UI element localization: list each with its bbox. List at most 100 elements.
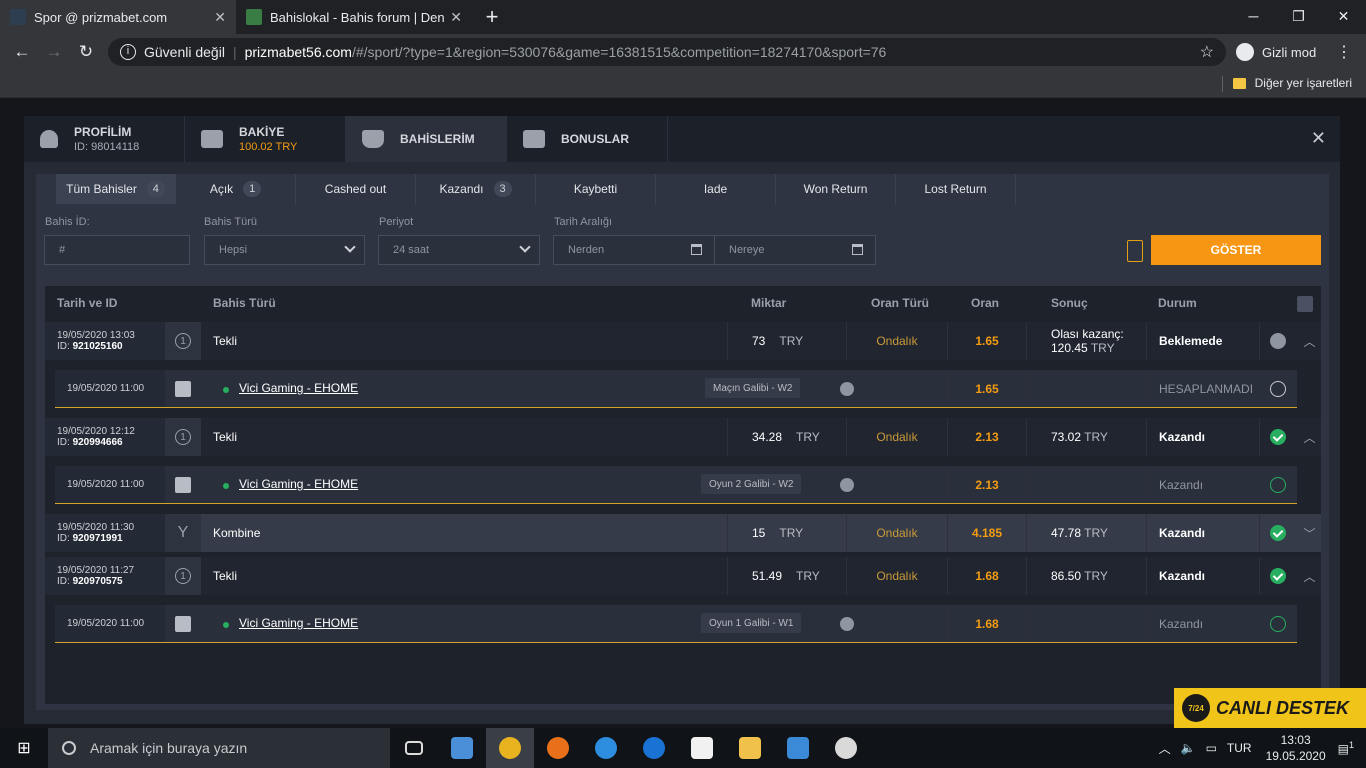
filter-tab-open[interactable]: Açık 1 — [176, 174, 296, 204]
store-icon[interactable] — [678, 728, 726, 768]
period-select[interactable]: 24 saat — [378, 235, 540, 265]
filter-tab-cashed-out[interactable]: Cashed out — [296, 174, 416, 204]
clipboard-icon[interactable] — [1127, 240, 1143, 262]
filter-tab-lost[interactable]: Kaybetti — [536, 174, 656, 204]
single-bet-symbol: 1 — [175, 333, 191, 349]
chevron-up-icon[interactable]: ︿ — [1298, 557, 1321, 595]
notification-count: 1 — [1348, 740, 1354, 750]
dota-game-icon — [175, 381, 191, 397]
market-badge: Maçın Galibi - W2 — [705, 378, 801, 398]
collapse-all-icon[interactable] — [1297, 296, 1313, 312]
window-close-icon[interactable]: ✕ — [1321, 0, 1366, 32]
menu-icon[interactable]: ⋮ — [1336, 42, 1352, 62]
browser-tab-active[interactable]: Spor @ prizmabet.com ✕ — [0, 0, 236, 34]
chrome-icon[interactable] — [486, 728, 534, 768]
match-link[interactable]: Vici Gaming - EHOME — [239, 381, 358, 395]
new-tab-button[interactable]: + — [478, 0, 506, 34]
tab-profile[interactable]: PROFİLİM ID: 98014118 — [24, 116, 185, 162]
task-view-icon[interactable] — [390, 728, 438, 768]
bet-date: 19/05/2020 13:03 — [57, 330, 135, 341]
filter-tab-won[interactable]: Kazandı 3 — [416, 174, 536, 204]
bet-type-select[interactable]: Hepsi — [204, 235, 365, 265]
file-explorer-icon[interactable] — [726, 728, 774, 768]
date-from-input[interactable]: Nerden — [553, 235, 715, 265]
tab-bonuses[interactable]: BONUSLAR — [507, 116, 668, 162]
stats-icon[interactable] — [840, 478, 854, 492]
notifications-icon[interactable]: ▤1 — [1338, 740, 1354, 756]
col-odds: Oran — [971, 296, 1000, 310]
bet-id-input[interactable]: # — [44, 235, 190, 265]
show-button[interactable]: GÖSTER — [1151, 235, 1321, 265]
mail-icon[interactable] — [774, 728, 822, 768]
tab-balance[interactable]: BAKİYE 100.02 TRY — [185, 116, 346, 162]
bookmark-star-icon[interactable]: ☆ — [1200, 42, 1214, 62]
table-row[interactable]: 19/05/2020 13:03 ID: 921025160 1 Tekli 73… — [45, 322, 1321, 360]
match-link[interactable]: Vici Gaming - EHOME — [239, 616, 358, 630]
filter-tab-won-return[interactable]: Won Return — [776, 174, 896, 204]
browser-tab[interactable]: Bahislokal - Bahis forum | Denem ✕ — [236, 0, 472, 34]
stats-icon[interactable] — [840, 382, 854, 396]
network-icon[interactable]: ▭ — [1206, 741, 1217, 755]
currency: TRY — [779, 334, 804, 348]
back-icon[interactable]: ← — [6, 42, 38, 62]
forward-icon[interactable]: → — [38, 42, 70, 62]
bet-date: 19/05/2020 11:30 — [57, 522, 135, 533]
bet-amount: 73 — [752, 334, 766, 348]
date-to-input[interactable]: Nereye — [714, 235, 876, 265]
win-line: 47.78 TRY — [1051, 526, 1108, 540]
close-tab-icon[interactable]: ✕ — [214, 9, 226, 26]
chevron-up-tray-icon[interactable]: ︿ — [1159, 740, 1171, 757]
bet-status: Beklemede — [1146, 322, 1260, 360]
internet-explorer-icon[interactable] — [582, 728, 630, 768]
live-support-button[interactable]: 7/24 CANLI DESTEK — [1174, 688, 1366, 728]
combo-bet-icon: Y — [165, 514, 201, 552]
filter-tab-refund[interactable]: Iade — [656, 174, 776, 204]
bet-date-cell: 19/05/2020 13:03 ID: 921025160 — [45, 322, 165, 360]
chevron-down-icon[interactable]: ﹀ — [1298, 514, 1321, 552]
possible-win-line: 120.45 TRY — [1051, 341, 1115, 355]
col-type: Bahis Türü — [213, 296, 276, 310]
tab-my-bets[interactable]: BAHİSLERİM — [346, 116, 507, 162]
stats-icon[interactable] — [840, 617, 854, 631]
close-icon[interactable]: ✕ — [1311, 128, 1326, 149]
pending-clock-icon — [1260, 322, 1296, 360]
edge-icon[interactable] — [630, 728, 678, 768]
info-icon[interactable]: i — [120, 44, 136, 60]
url-path: /#/sport/?type=1&region=530076&game=1638… — [351, 44, 887, 60]
clock[interactable]: 13:03 19.05.2020 — [1266, 732, 1326, 764]
bet-type-value: Hepsi — [219, 244, 248, 256]
bet-amount-cell: 34.28 TRY — [727, 418, 847, 456]
other-bookmarks[interactable]: Diğer yer işaretleri — [1232, 76, 1352, 90]
windows-start-icon[interactable]: ⊞ — [0, 728, 48, 768]
taskbar-search[interactable]: Aramak için buraya yazın — [48, 728, 390, 768]
bet-odds: 1.65 — [947, 322, 1027, 360]
balance-value: 100.02 TRY — [239, 141, 298, 153]
incognito-indicator[interactable]: Gizli mod — [1230, 39, 1326, 65]
close-tab-icon[interactable]: ✕ — [450, 9, 462, 26]
currency: TRY — [1084, 526, 1108, 540]
address-bar[interactable]: i Güvenli değil | prizmabet56.com /#/spo… — [108, 38, 1226, 66]
tab-profile-label: PROFİLİM — [74, 125, 132, 139]
currency: TRY — [796, 430, 820, 444]
table-row[interactable]: 19/05/2020 11:27 ID: 920970575 1 Tekli 51… — [45, 557, 1321, 595]
period-value: 24 saat — [393, 244, 430, 256]
chevron-up-icon[interactable]: ︿ — [1298, 322, 1321, 360]
reload-icon[interactable]: ↻ — [70, 42, 102, 62]
filter-tab-lost-return[interactable]: Lost Return — [896, 174, 1016, 204]
minimize-icon[interactable]: ─ — [1231, 0, 1276, 32]
restore-icon[interactable]: ❐ — [1276, 0, 1321, 32]
match-link[interactable]: Vici Gaming - EHOME — [239, 477, 358, 491]
volume-icon[interactable]: 🔈 — [1181, 741, 1196, 755]
firefox-icon[interactable] — [534, 728, 582, 768]
phone-24-icon: 7/24 — [1182, 694, 1210, 722]
bet-date-cell: 19/05/2020 12:12 ID: 920994666 — [45, 418, 165, 456]
filter-tab-all[interactable]: Tüm Bahisler 4 — [56, 174, 176, 204]
paint-icon[interactable] — [822, 728, 870, 768]
table-row[interactable]: 19/05/2020 11:30 ID: 920971991 Y Kombine … — [45, 514, 1321, 552]
search-placeholder: Aramak için buraya yazın — [90, 740, 248, 756]
control-panel-icon[interactable] — [438, 728, 486, 768]
language-indicator[interactable]: TUR — [1227, 741, 1252, 755]
chevron-up-icon[interactable]: ︿ — [1298, 418, 1321, 456]
table-row[interactable]: 19/05/2020 12:12 ID: 920994666 1 Tekli 34… — [45, 418, 1321, 456]
col-result: Sonuç — [1051, 296, 1088, 310]
